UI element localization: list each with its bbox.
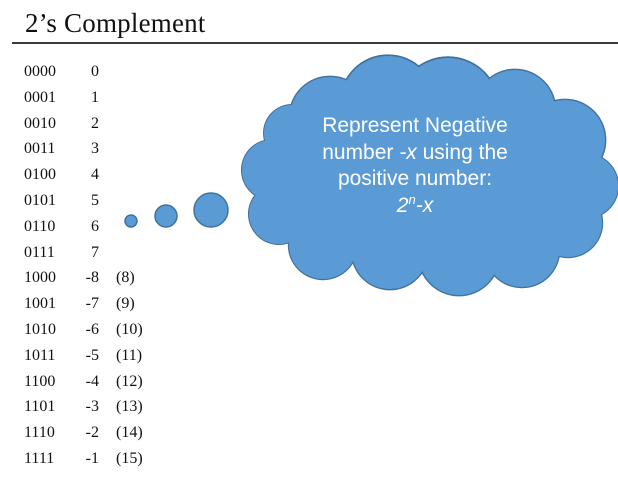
formula-exponent: n bbox=[408, 191, 416, 207]
callout-text: Represent Negative number -x using the p… bbox=[278, 113, 552, 219]
callout-line-2-pre: number bbox=[322, 140, 400, 164]
thought-bubble-large bbox=[193, 192, 229, 228]
callout-variable-x: -x bbox=[399, 140, 417, 164]
thought-cloud-graphic bbox=[124, 54, 618, 297]
formula-rest: -x bbox=[415, 193, 434, 217]
slide: 2’s Complement 0000 0 0001 1 0010 2 0011 3 0… bbox=[0, 0, 618, 486]
callout-line-2-post: using the bbox=[416, 140, 508, 164]
callout-line-3: positive number: bbox=[337, 167, 493, 190]
callout-line-1: Represent Negative bbox=[322, 114, 508, 137]
callout-formula: 2n-x bbox=[278, 193, 552, 220]
callout-line-2: number -x using the bbox=[278, 140, 552, 167]
thought-bubble-small bbox=[124, 214, 138, 228]
formula-base: 2 bbox=[396, 193, 409, 217]
thought-bubble-medium bbox=[154, 204, 178, 228]
